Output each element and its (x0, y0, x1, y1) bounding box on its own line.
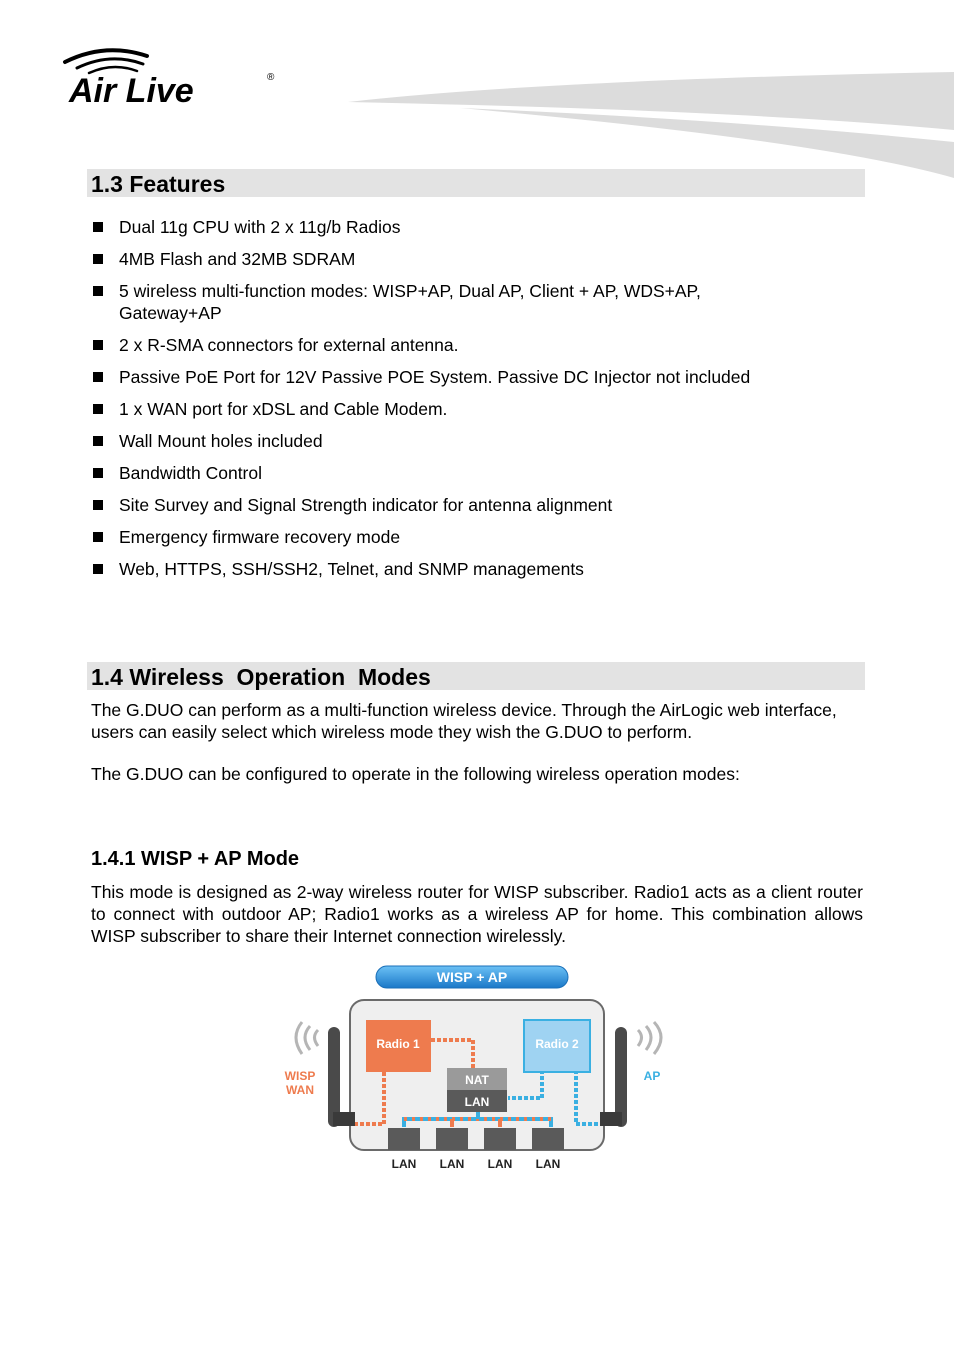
left-signal-waves-icon (294, 1021, 320, 1055)
square-bullet-icon (93, 254, 103, 264)
intro-paragraph: The G.DUO can perform as a multi-functio… (91, 700, 837, 742)
feature-text: 5 wireless multi-function modes: WISP+AP… (119, 281, 701, 323)
section-header-features: 1.3 Features (87, 169, 865, 197)
feature-text: 2 x R-SMA connectors for external antenn… (119, 335, 459, 355)
lan-port-label: LAN (440, 1157, 465, 1171)
features-list: Dual 11g CPU with 2 x 11g/b Radios 4MB F… (91, 216, 851, 590)
feature-item: Passive PoE Port for 12V Passive POE Sys… (91, 366, 851, 388)
nat-label: NAT (465, 1073, 489, 1087)
feature-text: Bandwidth Control (119, 463, 262, 483)
feature-item: Site Survey and Signal Strength indicato… (91, 494, 851, 516)
registered-mark: ® (267, 72, 275, 83)
feature-item: Wall Mount holes included (91, 430, 851, 452)
header-swoosh-decoration (348, 72, 954, 178)
lan-port (436, 1128, 468, 1150)
section-header-wireless-modes: 1.4 Wireless Operation Modes (87, 662, 865, 690)
feature-item: 2 x R-SMA connectors for external antenn… (91, 334, 851, 356)
square-bullet-icon (93, 468, 103, 478)
square-bullet-icon (93, 436, 103, 446)
signal-arcs-icon (63, 48, 149, 75)
square-bullet-icon (93, 286, 103, 296)
square-bullet-icon (93, 404, 103, 414)
lan-port (388, 1128, 420, 1150)
feature-text: Passive PoE Port for 12V Passive POE Sys… (119, 367, 751, 387)
brand-wordmark: Air Live (68, 72, 194, 110)
ap-label: AP (644, 1069, 661, 1083)
feature-item: 1 x WAN port for xDSL and Cable Modem. (91, 398, 851, 420)
feature-text: 4MB Flash and 32MB SDRAM (119, 249, 356, 269)
feature-item: 4MB Flash and 32MB SDRAM (91, 248, 851, 270)
feature-item: Bandwidth Control (91, 462, 851, 484)
radio2-label: Radio 2 (535, 1037, 579, 1051)
feature-item: Web, HTTPS, SSH/SSH2, Telnet, and SNMP m… (91, 558, 851, 580)
modes-intro-paragraph: The G.DUO can be configured to operate i… (91, 764, 740, 784)
airlive-logo: Air Live ® (63, 48, 275, 110)
feature-item: 5 wireless multi-function modes: WISP+AP… (91, 280, 851, 324)
feature-text: Emergency firmware recovery mode (119, 527, 401, 547)
square-bullet-icon (93, 532, 103, 542)
right-signal-waves-icon (636, 1020, 663, 1055)
feature-item: Dual 11g CPU with 2 x 11g/b Radios (91, 216, 851, 238)
lan-block-label: LAN (465, 1095, 490, 1109)
wan-label: WAN (286, 1083, 314, 1097)
wisp-ap-diagram: WISP + AP WISP WAN AP Radio 1 Radio 2 NA… (285, 965, 663, 1171)
radio1-label: Radio 1 (376, 1037, 420, 1051)
lan-port (532, 1128, 564, 1150)
wisp-ap-description: This mode is designed as 2-way wireless … (91, 882, 863, 946)
feature-text: Site Survey and Signal Strength indicato… (119, 495, 613, 515)
wisp-label: WISP (285, 1069, 316, 1083)
square-bullet-icon (93, 372, 103, 382)
feature-text: 1 x WAN port for xDSL and Cable Modem. (119, 399, 448, 419)
feature-text: Wall Mount holes included (119, 431, 323, 451)
feature-item: Emergency firmware recovery mode (91, 526, 851, 548)
lan-port-label: LAN (488, 1157, 513, 1171)
section-title: 1.4 Wireless Operation Modes (91, 664, 431, 690)
lan-port (484, 1128, 516, 1150)
lan-port-label: LAN (392, 1157, 417, 1171)
lan-port-label: LAN (536, 1157, 561, 1171)
square-bullet-icon (93, 340, 103, 350)
subsection-title-wisp-ap: 1.4.1 WISP + AP Mode (91, 848, 300, 870)
square-bullet-icon (93, 500, 103, 510)
feature-text: Dual 11g CPU with 2 x 11g/b Radios (119, 217, 401, 237)
square-bullet-icon (93, 222, 103, 232)
square-bullet-icon (93, 564, 103, 574)
mode-banner-label: WISP + AP (437, 969, 507, 985)
section-title: 1.3 Features (91, 171, 226, 197)
feature-text: Web, HTTPS, SSH/SSH2, Telnet, and SNMP m… (119, 559, 584, 579)
